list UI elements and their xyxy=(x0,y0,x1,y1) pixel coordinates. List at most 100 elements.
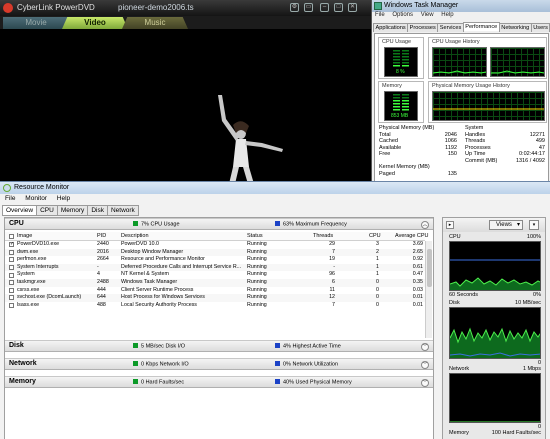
cell-cpu: 0 xyxy=(376,279,379,285)
powerdvd-logo-icon xyxy=(3,3,13,13)
kernel-memory-stats: Kernel Memory (MB) Paged 135 xyxy=(379,164,459,178)
close-icon[interactable]: ✕ xyxy=(348,3,357,12)
cpu-usage-label: CPU Usage xyxy=(382,39,412,45)
tab-music[interactable]: Music xyxy=(122,17,188,29)
cell-image: PowerDVD10.exe xyxy=(17,241,60,247)
col-average-cpu[interactable]: Average CPU xyxy=(395,233,429,239)
process-table-scrollbar[interactable] xyxy=(425,241,432,338)
cell-avg: 3.69 xyxy=(412,241,423,247)
col-cpu[interactable]: CPU xyxy=(369,233,381,239)
collapse-graphs-icon[interactable]: ▸ xyxy=(446,221,454,229)
expand-icon[interactable]: ﹀ xyxy=(421,342,429,351)
tab-cpu[interactable]: CPU xyxy=(36,205,58,216)
cell-image: csrss.exe xyxy=(17,286,40,293)
table-row[interactable]: System 4 NT Kernel & System Running 96 1 0.47 xyxy=(5,271,425,279)
cell-avg: 0.03 xyxy=(412,286,423,293)
cpu-history-group: CPU Usage History xyxy=(428,37,547,79)
rm-menu-file[interactable]: File xyxy=(5,195,15,202)
tab-processes[interactable]: Processes xyxy=(407,23,439,32)
process-checkbox[interactable] xyxy=(9,257,14,263)
stat-paged: Paged 135 xyxy=(379,170,457,177)
cell-avg: 0.47 xyxy=(412,271,423,278)
menu-file[interactable]: File xyxy=(375,12,385,18)
task-manager-tabs: Applications Processes Services Performance… xyxy=(373,22,550,33)
cell-avg: 0.35 xyxy=(412,279,423,285)
process-checkbox[interactable] xyxy=(9,272,14,278)
process-checkbox[interactable] xyxy=(9,287,14,293)
menu-help[interactable]: Help xyxy=(441,12,453,18)
tab-network[interactable]: Network xyxy=(106,205,139,216)
table-row[interactable]: svchost.exe (DcomLaunch) 644 Host Process … xyxy=(5,294,425,302)
process-checkbox[interactable] xyxy=(9,249,14,255)
cell-threads: 7 xyxy=(332,301,335,308)
graph-settings-icon[interactable]: ▾ xyxy=(529,220,539,230)
network-graph xyxy=(449,373,541,423)
process-checkbox[interactable] xyxy=(9,280,14,286)
expand-icon[interactable]: ﹀ xyxy=(421,360,429,369)
network-io-summary: 0 Kbps Network I/O xyxy=(133,361,189,368)
tab-disk[interactable]: Disk xyxy=(87,205,108,216)
cpu-usage-meter: 8 % xyxy=(384,47,418,77)
tab-networking[interactable]: Networking xyxy=(498,23,532,32)
snapshot-icon[interactable]: ▭ xyxy=(304,3,313,12)
tab-users[interactable]: Users xyxy=(530,23,550,32)
resource-monitor-menubar: File Monitor Help xyxy=(0,194,550,204)
cpu-graph-footer: 60 Seconds 0% xyxy=(449,292,541,298)
tab-video[interactable]: Video xyxy=(62,17,128,29)
process-checkbox[interactable] xyxy=(9,295,14,301)
tab-applications[interactable]: Applications xyxy=(373,23,409,32)
table-row[interactable]: csrss.exe 444 Client Server Runtime Proces… xyxy=(5,287,425,295)
video-playback-area[interactable] xyxy=(0,29,371,184)
menu-options[interactable]: Options xyxy=(392,12,413,18)
col-pid[interactable]: PID xyxy=(97,233,106,239)
tab-memory[interactable]: Memory xyxy=(56,205,89,216)
maximize-icon[interactable]: □ xyxy=(334,3,343,12)
select-all-checkbox[interactable] xyxy=(9,233,14,239)
minimize-icon[interactable]: – xyxy=(320,3,329,12)
graphs-toolbar: ▸ Views ▾ xyxy=(443,218,545,232)
table-row[interactable]: System Interrupts - Deferred Procedure Cal… xyxy=(5,263,425,272)
process-checkbox[interactable] xyxy=(9,303,14,309)
task-manager-app-icon xyxy=(374,2,382,10)
process-checkbox[interactable] xyxy=(9,265,14,271)
disk-section-header[interactable]: Disk 5 MB/sec Disk I/O 4% Highest Active… xyxy=(5,340,433,352)
cpu-graph-title: CPU 100% xyxy=(449,234,541,240)
cell-status: Running xyxy=(247,248,267,255)
col-status[interactable]: Status xyxy=(247,233,263,239)
cpu-section-header[interactable]: CPU 7% CPU Usage 63% Maximum Frequency ︿ xyxy=(5,218,433,230)
table-row[interactable]: lsass.exe 488 Local Security Authority Pro… xyxy=(5,302,425,310)
cell-pid: 644 xyxy=(97,294,106,301)
table-row[interactable]: perfmon.exe 2664 Resource and Performance … xyxy=(5,256,425,264)
rm-menu-help[interactable]: Help xyxy=(57,195,70,202)
tab-services[interactable]: Services xyxy=(437,23,464,32)
tab-movie[interactable]: Movie xyxy=(3,17,69,29)
tab-performance[interactable]: Performance xyxy=(462,22,500,31)
tab-overview[interactable]: Overview xyxy=(2,205,38,216)
cell-avg: 0.61 xyxy=(412,263,423,270)
col-description[interactable]: Description xyxy=(121,233,149,239)
menu-view[interactable]: View xyxy=(421,12,434,18)
cell-description: Deferred Procedure Calls and Interrupt S… xyxy=(121,263,242,270)
col-threads[interactable]: Threads xyxy=(313,233,333,239)
resource-monitor-app-icon xyxy=(3,184,11,192)
hard-faults-summary: 0 Hard Faults/sec xyxy=(133,379,184,386)
col-image[interactable]: Image xyxy=(17,233,32,239)
expand-icon[interactable]: ﹀ xyxy=(421,378,429,387)
cell-status: Running xyxy=(247,263,267,270)
process-checkbox[interactable] xyxy=(9,241,14,248)
rm-menu-monitor[interactable]: Monitor xyxy=(25,195,47,202)
table-row[interactable]: dwm.exe 2016 Desktop Window Manager Running… xyxy=(5,248,425,257)
cell-pid: 2664 xyxy=(97,256,109,263)
table-row[interactable]: PowerDVD10.exe 2440 PowerDVD 10.0 Running 29… xyxy=(5,241,425,249)
cell-image: lsass.exe xyxy=(17,301,40,308)
views-dropdown[interactable]: Views xyxy=(489,220,523,230)
cpu-history-graph-core1 xyxy=(432,47,487,77)
cell-status: Running xyxy=(247,286,267,293)
table-row[interactable]: taskmgr.exe 2488 Windows Task Manager Runni… xyxy=(5,279,425,287)
cpu-frequency-summary: 63% Maximum Frequency xyxy=(275,221,347,228)
cell-status: Running xyxy=(247,256,267,263)
collapse-icon[interactable]: ︿ xyxy=(421,220,429,229)
network-section-header[interactable]: Network 0 Kbps Network I/O 0% Network Ut… xyxy=(5,358,433,370)
memory-section-header[interactable]: Memory 0 Hard Faults/sec 40% Used Physic… xyxy=(5,376,433,388)
settings-icon[interactable]: ⚙ xyxy=(290,3,299,12)
